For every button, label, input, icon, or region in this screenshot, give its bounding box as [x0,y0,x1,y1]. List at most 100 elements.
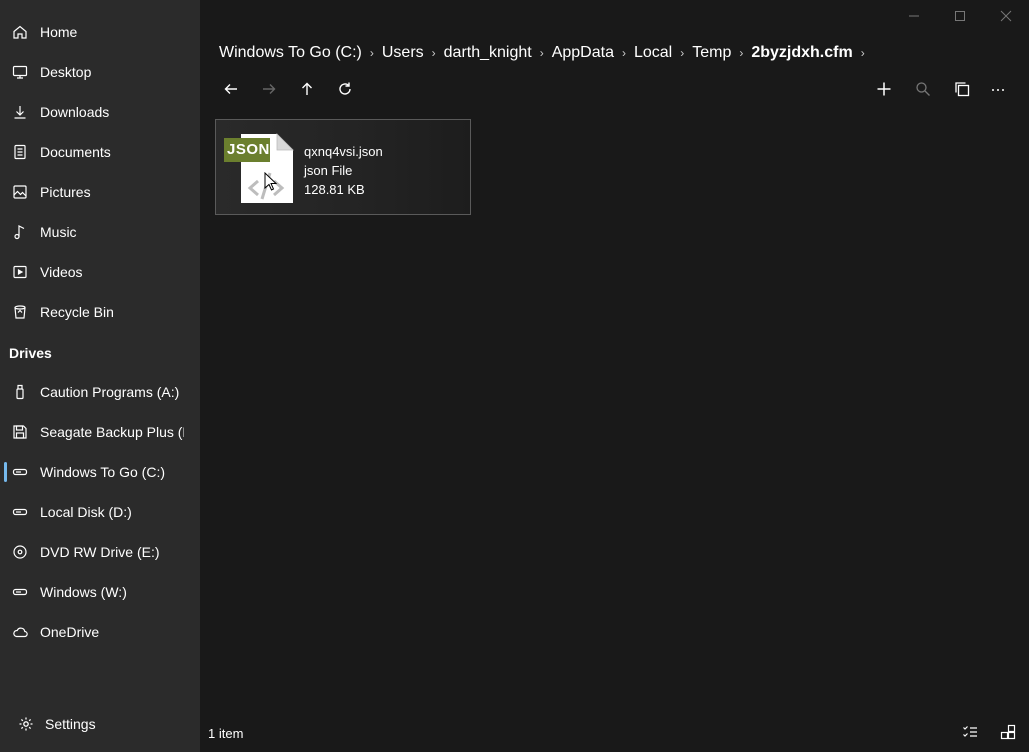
close-icon [1000,10,1012,22]
search-button[interactable] [911,78,935,100]
minimize-button[interactable] [891,4,937,28]
arrow-up-icon [302,82,312,95]
arrow-left-icon [224,84,237,94]
breadcrumb-item[interactable]: darth_knight [444,44,532,62]
maximize-icon [955,11,965,21]
sidebar-item-label: Windows To Go (C:) [40,464,165,480]
multi-window-button[interactable] [950,78,974,100]
cloud-icon [12,624,28,640]
mouse-cursor-icon [264,171,278,192]
breadcrumb-item[interactable]: Users [382,44,424,62]
sidebar-item-drive-d[interactable]: Local Disk (D:) [0,492,200,532]
file-tile[interactable]: JSON qxnq4vsi.json json File 128.81 KB [215,119,471,215]
sidebar-item-label: Documents [40,144,111,160]
chevron-right-icon[interactable]: › [614,46,634,60]
sidebar-item-drive-a[interactable]: Caution Programs (A:) [0,372,200,412]
hard-drive-icon [12,504,28,520]
refresh-button[interactable] [333,78,357,100]
hard-drive-icon [12,464,28,480]
file-name: qxnq4vsi.json [304,144,383,159]
sidebar-item-label: Home [40,24,78,40]
breadcrumb-item[interactable]: Windows To Go (C:) [219,44,362,62]
selection-options-button[interactable] [959,722,981,742]
back-button[interactable] [219,78,243,100]
picture-icon [12,184,28,200]
sidebar-item-onedrive[interactable]: OneDrive [0,612,200,652]
more-options-button[interactable] [986,78,1010,100]
sidebar-item-label: OneDrive [40,624,100,640]
sidebar-item-drive-b[interactable]: Seagate Backup Plus (B:) [0,412,200,452]
breadcrumb-current[interactable]: 2byzjdxh.cfm [751,44,852,62]
sidebar-item-music[interactable]: Music [0,212,200,252]
chevron-right-icon[interactable]: › [362,46,382,60]
sidebar-item-videos[interactable]: Videos [0,252,200,292]
maximize-button[interactable] [937,4,983,28]
sidebar-item-label: Windows (W:) [40,584,127,600]
files-app-window: Home Desktop Downloads Documents Picture [0,0,1029,752]
item-count-status: 1 item [208,726,244,741]
sidebar-item-label: Desktop [40,64,92,80]
settings-label: Settings [45,716,96,732]
file-type: json File [304,163,353,178]
chevron-right-icon[interactable]: › [424,46,444,60]
sidebar-item-desktop[interactable]: Desktop [0,52,200,92]
sidebar-item-label: Music [40,224,77,240]
sidebar-item-label: Seagate Backup Plus (B:) [40,424,184,440]
arrow-right-icon [263,84,276,94]
document-icon [12,144,28,160]
sidebar-item-label: Downloads [40,104,110,120]
sidebar-item-label: Videos [40,264,83,280]
sidebar-item-downloads[interactable]: Downloads [0,92,200,132]
sidebar-item-settings[interactable]: Settings [0,704,200,744]
sidebar-item-label: Recycle Bin [40,304,114,320]
search-icon [916,82,930,96]
sidebar-item-drive-w[interactable]: Windows (W:) [0,572,200,612]
sidebar-item-home[interactable]: Home [0,12,200,52]
forward-button[interactable] [257,78,281,100]
json-badge-label: JSON [227,141,270,158]
video-icon [12,264,28,280]
sidebar-item-label: Local Disk (D:) [40,504,132,520]
sidebar-item-recycle-bin[interactable]: Recycle Bin [0,292,200,332]
home-icon [12,24,28,40]
layout-icon [1000,724,1016,740]
plus-icon [877,82,891,96]
breadcrumb-item[interactable]: AppData [552,44,614,62]
selection-indicator [4,462,7,482]
minimize-icon [909,15,919,17]
sidebar-item-pictures[interactable]: Pictures [0,172,200,212]
music-icon [12,224,28,240]
download-icon [12,104,28,120]
sidebar-item-label: Pictures [40,184,91,200]
ellipsis-icon [992,89,1004,91]
sidebar: Home Desktop Downloads Documents Picture [0,0,200,752]
breadcrumb-item[interactable]: Temp [692,44,731,62]
checklist-icon [963,726,977,737]
save-drive-icon [12,424,28,440]
sidebar-item-drive-c[interactable]: Windows To Go (C:) [0,452,200,492]
close-window-button[interactable] [983,4,1029,28]
breadcrumb: Windows To Go (C:) › Users › darth_knigh… [219,43,873,63]
drives-section-header[interactable]: Drives [9,345,52,361]
file-size: 128.81 KB [304,182,365,197]
chevron-right-icon[interactable]: › [731,46,751,60]
refresh-icon [339,82,351,95]
chevron-right-icon[interactable]: › [672,46,692,60]
disc-icon [12,544,28,560]
chevron-right-icon[interactable]: › [532,46,552,60]
sidebar-item-documents[interactable]: Documents [0,132,200,172]
sidebar-item-drive-e[interactable]: DVD RW Drive (E:) [0,532,200,572]
chevron-right-icon[interactable]: › [853,46,873,60]
sidebar-item-label: Caution Programs (A:) [40,384,180,400]
desktop-icon [12,64,28,80]
json-file-icon: JSON [224,133,296,205]
breadcrumb-item[interactable]: Local [634,44,672,62]
windows-stack-icon [955,82,970,97]
layout-options-button[interactable] [997,722,1019,742]
hard-drive-icon [12,584,28,600]
recycle-bin-icon [12,304,28,320]
up-button[interactable] [295,78,319,100]
new-item-button[interactable] [872,78,896,100]
sidebar-item-label: DVD RW Drive (E:) [40,544,160,560]
gear-icon [18,716,34,732]
